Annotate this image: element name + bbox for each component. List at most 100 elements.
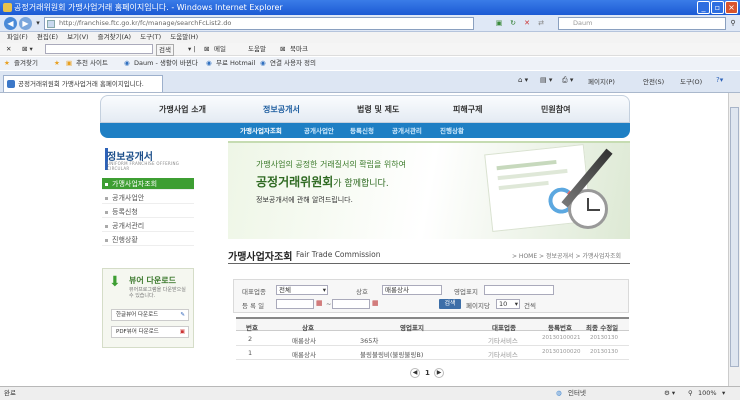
menu-view[interactable]: 보기(V)	[67, 33, 88, 41]
mail-icon: ⊠	[204, 45, 210, 53]
stop-icon[interactable]: ✕	[522, 18, 532, 28]
cell-reg-number: 20130100021	[542, 335, 581, 341]
title-divider	[228, 263, 630, 264]
prev-page-icon[interactable]: ◀	[410, 368, 420, 378]
history-dropdown-icon[interactable]: ▾	[33, 18, 43, 28]
url-input[interactable]: http://franchise.ftc.go.kr/fc/manage/sea…	[44, 17, 474, 30]
calendar-icon[interactable]: ▦	[316, 299, 323, 307]
close-button[interactable]: ×	[725, 1, 738, 14]
sidebar-item-draft[interactable]: 공개사업안	[102, 192, 194, 204]
cell-brand[interactable]: 365차	[360, 335, 378, 345]
menu-help[interactable]: 도움말(H)	[170, 33, 198, 41]
feeds-icon[interactable]: ▤ ▾	[540, 76, 552, 84]
help-button[interactable]: 도움말	[248, 43, 266, 56]
subnav-register[interactable]: 등록신청	[350, 125, 374, 135]
sidebar-item-search[interactable]: 가맹사업자조회	[102, 178, 194, 190]
safety-menu[interactable]: 안전(S)	[643, 76, 664, 86]
zoom-dropdown-icon[interactable]: ▾	[722, 387, 725, 400]
search-button[interactable]: 검색	[439, 299, 461, 309]
sidebar-item-register[interactable]: 등록신청	[102, 206, 194, 218]
table-row[interactable]: 1 매롱상사 불링불링비(불링불링B) 기타서비스 20130100020 20…	[236, 346, 629, 360]
scroll-thumb[interactable]	[730, 107, 739, 367]
address-bar: ◀ ▶ ▾ http://franchise.ftc.go.kr/fc/mana…	[0, 15, 740, 32]
forward-icon[interactable]: ▶	[19, 17, 32, 30]
tools-menu[interactable]: 도구(O)	[680, 76, 702, 86]
maximize-button[interactable]: ▫	[711, 1, 724, 14]
menu-tools[interactable]: 도구(T)	[140, 33, 161, 41]
pdf-viewer-button[interactable]: PDF뷰어 다운로드 ▣	[111, 326, 189, 338]
date-from-input[interactable]	[276, 299, 314, 309]
nav-remedy[interactable]: 피해구제	[453, 104, 482, 115]
banner-line3: 정보공개서에 관해 알려드립니다.	[256, 196, 353, 204]
company-input[interactable]: 매롱상사	[382, 285, 442, 295]
toolbar-search-button[interactable]: 검색	[156, 44, 174, 56]
menu-file[interactable]: 파일(F)	[7, 33, 28, 41]
subnav-progress[interactable]: 진행상황	[440, 125, 464, 135]
compat-icon[interactable]: ▣	[494, 18, 504, 28]
favorites-star-icon: ★	[4, 59, 10, 67]
menu-bar: 파일(F) 편집(E) 보기(V) 즐겨찾기(A) 도구(T) 도움말(H)	[0, 32, 740, 43]
search-icon[interactable]: ⚲	[728, 18, 738, 28]
current-page[interactable]: 1	[425, 369, 430, 377]
tab-bar: 공정거래위원회 가맹사업거래 홈페이지입니다. ⌂ ▾ ▤ ▾ ⎙ ▾ 페이지(…	[0, 71, 740, 93]
suggested-sites-icon: ▣	[66, 59, 73, 67]
print-icon[interactable]: ⎙ ▾	[562, 76, 573, 85]
zone-text: 인터넷	[568, 389, 586, 397]
add-favorite-icon[interactable]: ★	[54, 57, 60, 70]
per-page-select[interactable]: 10 ▾	[496, 299, 520, 309]
cell-company[interactable]: 매롱상사	[292, 349, 316, 359]
help-icon[interactable]: ?▾	[716, 76, 723, 84]
mail-button[interactable]: 메일	[214, 43, 226, 56]
chevron-down-icon: ▾	[514, 300, 518, 308]
fav-item-hotmail[interactable]: 무료 Hotmail	[216, 57, 255, 70]
calendar-icon[interactable]: ▦	[372, 299, 379, 307]
favorites-label[interactable]: 즐겨찾기	[14, 57, 38, 70]
breadcrumb: > HOME > 정보공개서 > 가맹사업자조회	[512, 253, 622, 260]
business-select[interactable]: 전체 ▾	[276, 285, 328, 295]
window-title: 공정거래위원회 가맹사업거래 홈페이지입니다. - Windows Intern…	[14, 3, 283, 12]
page-menu[interactable]: 페이지(P)	[588, 76, 615, 86]
fav-item-daum[interactable]: Daum - 생활이 바뀐다	[134, 57, 198, 70]
daum-icon: ◉	[124, 59, 130, 67]
cell-brand[interactable]: 불링불링비(불링불링B)	[360, 349, 423, 359]
toolbar-search-input[interactable]	[45, 44, 153, 54]
page-icon	[47, 20, 55, 28]
date-to-input[interactable]	[332, 299, 370, 309]
brand-input[interactable]	[484, 285, 554, 295]
fav-item-suggested[interactable]: 추천 사이트	[76, 57, 108, 70]
protected-mode-icon[interactable]: ⚙ ▾	[664, 387, 675, 400]
next-page-icon[interactable]: ▶	[434, 368, 444, 378]
sidebar-item-manage[interactable]: 공개서관리	[102, 220, 194, 232]
cell-business: 기타서비스	[488, 351, 518, 359]
go-icon[interactable]: ⇄	[536, 18, 546, 28]
hangul-viewer-button[interactable]: 한글뷰어 다운로드 ✎	[111, 309, 189, 321]
search-input[interactable]: Daum	[558, 17, 726, 30]
home-icon[interactable]: ⌂ ▾	[518, 76, 528, 84]
nav-law[interactable]: 법령 및 제도	[357, 104, 399, 115]
menu-favorites[interactable]: 즐겨찾기(A)	[98, 33, 131, 41]
cell-reg-number: 20130100020	[542, 349, 581, 355]
back-icon[interactable]: ◀	[4, 17, 17, 30]
custom-link-icon: ◉	[260, 59, 266, 67]
col-brand: 영업표지	[400, 324, 424, 332]
close-toolbar-icon[interactable]: ✕	[6, 43, 11, 56]
nav-disclosure[interactable]: 정보공개서	[263, 104, 300, 115]
cell-company[interactable]: 매롱상사	[292, 335, 316, 345]
subnav-draft[interactable]: 공개사업안	[304, 125, 334, 135]
minimize-button[interactable]: _	[697, 1, 710, 14]
nav-intro[interactable]: 가맹사업 소개	[159, 104, 206, 115]
fav-item-custom[interactable]: 연결 사용자 정의	[270, 57, 316, 70]
col-number: 번호	[246, 324, 258, 332]
bookmark-button[interactable]: 북마크	[290, 43, 308, 56]
vertical-scrollbar[interactable]	[728, 93, 740, 386]
nav-complaint[interactable]: 민원참여	[541, 104, 570, 115]
sidebar-item-progress[interactable]: 진행상황	[102, 234, 194, 246]
subnav-search[interactable]: 가맹사업자조회	[240, 125, 282, 135]
table-row[interactable]: 2 매롱상사 365차 기타서비스 20130100021 20130130	[236, 332, 629, 346]
refresh-icon[interactable]: ↻	[508, 18, 518, 28]
tab-active[interactable]: 공정거래위원회 가맹사업거래 홈페이지입니다.	[3, 75, 163, 92]
zoom-level[interactable]: 100%	[698, 387, 717, 400]
subnav-manage[interactable]: 공개서관리	[392, 125, 422, 135]
menu-edit[interactable]: 편집(E)	[37, 33, 58, 41]
status-text: 완료	[4, 389, 16, 397]
